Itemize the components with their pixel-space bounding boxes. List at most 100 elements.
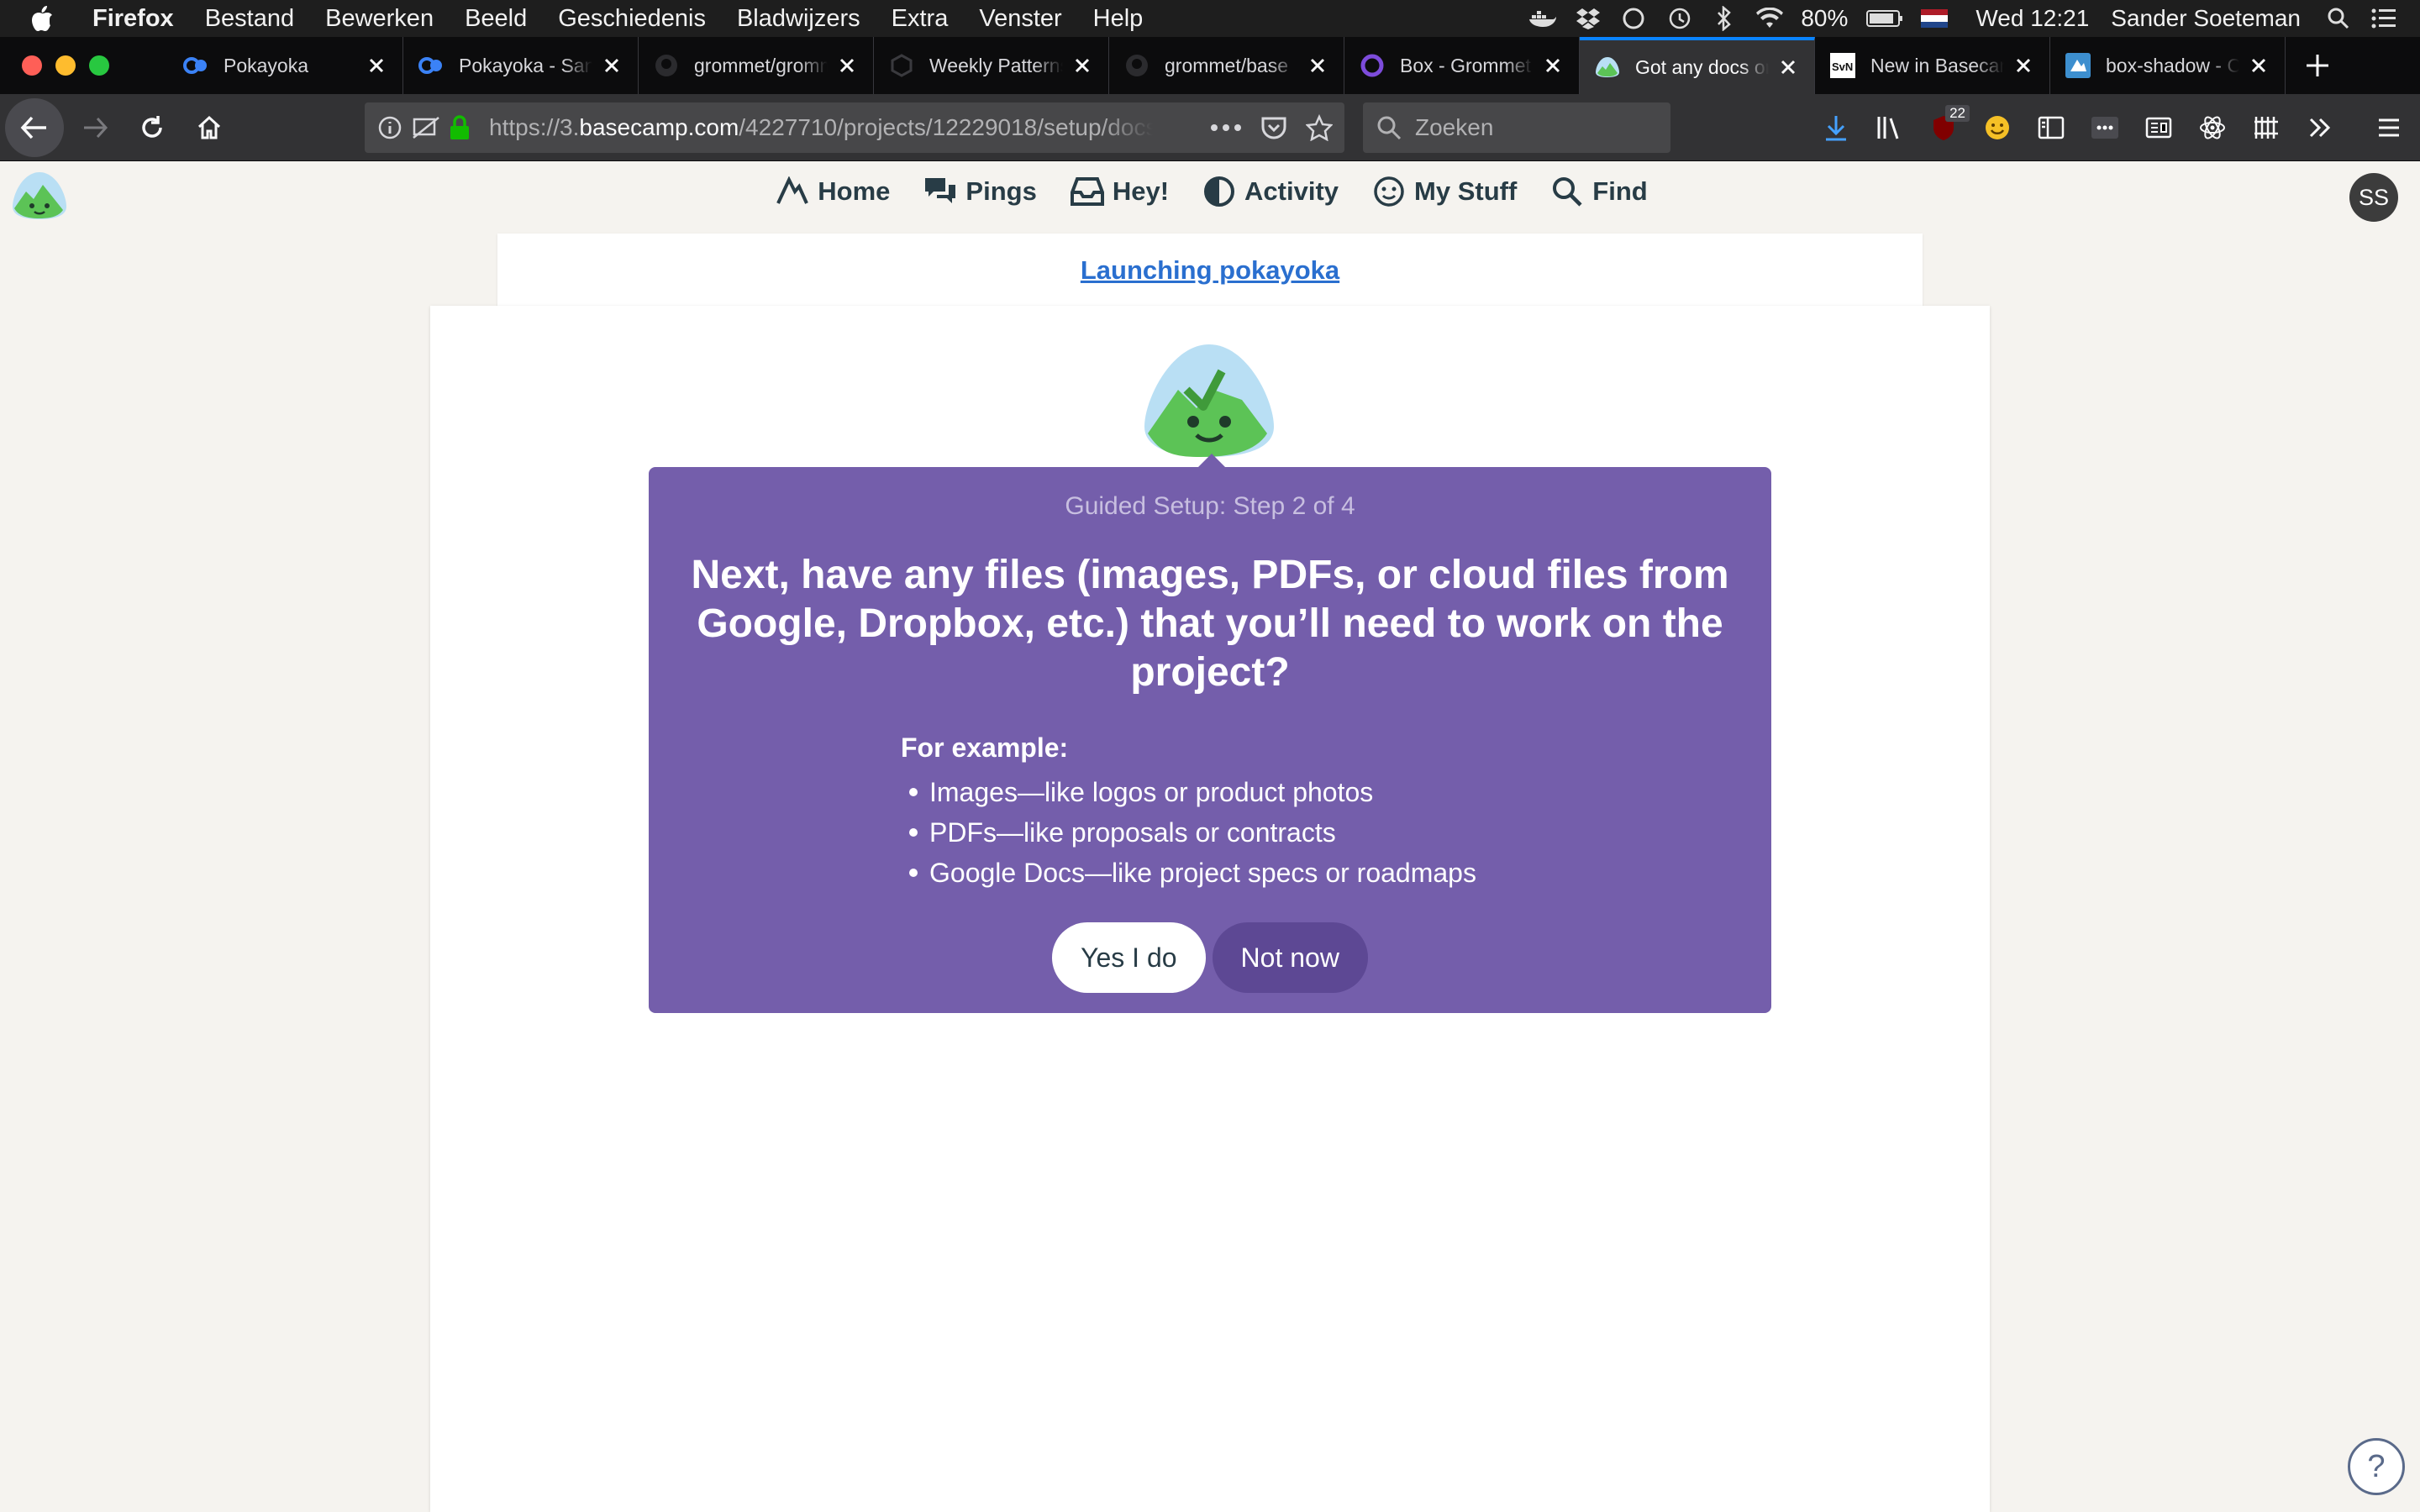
tab-close-icon[interactable] [1307,55,1328,76]
half-circle-icon [1202,175,1236,208]
sidebar-icon [2038,116,2065,139]
battery-icon[interactable] [1866,6,1903,31]
library-button[interactable] [1869,107,1911,149]
guided-setup-panel: Guided Setup: Step 2 of 4 Next, have any… [649,454,1771,1013]
browser-tab-active[interactable]: Got any docs or files [1580,37,1815,94]
sidebar-toggle-button[interactable] [2030,107,2072,149]
url-text[interactable]: https://3.basecamp.com/4227710/projects/… [489,114,1153,141]
more-actions-icon[interactable] [1210,123,1242,133]
sync-circle-icon[interactable] [1619,6,1648,31]
basecamp-nav: Home Pings Hey! Activity My Stuff Find [0,175,2420,208]
browser-tab[interactable]: Weekly Patterns [874,37,1109,94]
step-label: Guided Setup: Step 2 of 4 [1065,492,1355,520]
time-machine-icon[interactable] [1665,6,1693,31]
reader-extension-button[interactable] [2138,107,2180,149]
react-devtools-button[interactable] [2191,107,2233,149]
toolbar-extensions: 22 [1815,94,2420,161]
svn-icon: SvN [1830,53,1855,78]
home-button[interactable] [183,102,235,154]
browser-tab[interactable]: Pokayoka [168,37,403,94]
close-window-button[interactable] [22,55,42,76]
menu-venster[interactable]: Venster [979,5,1061,33]
browser-tab[interactable]: grommet/base [1109,37,1344,94]
emoji-extension-button[interactable] [1976,107,2018,149]
overflow-menu-button[interactable] [2299,107,2341,149]
nav-pings[interactable]: Pings [923,175,1037,208]
nav-find[interactable]: Find [1550,175,1648,208]
chevrons-right-icon [2309,118,2331,138]
new-tab-button[interactable] [2286,37,2349,94]
tracking-protection-icon[interactable] [412,116,440,139]
project-link[interactable]: Launching pokayoka [1081,255,1339,286]
menu-help[interactable]: Help [1093,5,1144,33]
browser-tab[interactable]: Box - Grommet [1344,37,1580,94]
menu-geschiedenis[interactable]: Geschiedenis [558,5,706,33]
basecamp-mascot-icon [1595,55,1620,80]
lastpass-dots-icon [2091,117,2118,139]
search-bar[interactable]: Zoeken [1363,102,1670,153]
browser-tab[interactable]: box-shadow - CSS [2050,37,2286,94]
tab-title: Pokayoka - Sander [459,54,592,76]
reload-button[interactable] [126,102,178,154]
tab-close-icon[interactable] [1542,55,1564,76]
nav-my-stuff[interactable]: My Stuff [1372,175,1517,208]
tab-close-icon[interactable] [1777,56,1799,78]
magnifier-icon [1550,175,1584,208]
menu-bewerken[interactable]: Bewerken [325,5,434,33]
minimize-window-button[interactable] [55,55,76,76]
browser-tab[interactable]: Pokayoka - Sander [403,37,639,94]
zoom-window-button[interactable] [89,55,109,76]
forward-button[interactable] [69,102,121,154]
dropbox-icon[interactable] [1574,6,1602,31]
basecamp-home-icon [776,175,809,208]
url-domain: basecamp.com [579,114,739,140]
menu-beeld[interactable]: Beeld [465,5,527,33]
dutch-flag-icon[interactable] [1920,6,1949,31]
tab-close-icon[interactable] [601,55,623,76]
user-name[interactable]: Sander Soeteman [2111,5,2301,32]
not-now-button[interactable]: Not now [1212,922,1368,993]
browser-tab[interactable]: SvN New in Basecamp [1815,37,2050,94]
address-bar[interactable]: https://3.basecamp.com/4227710/projects/… [365,102,1344,153]
downloads-button[interactable] [1815,107,1857,149]
tab-title: Weekly Patterns [929,54,1063,76]
page-actions [1210,102,1336,153]
list-item: Google Docs—like project specs or roadma… [901,853,1476,893]
back-button[interactable] [5,97,64,157]
browser-tab[interactable]: grommet/grommet [639,37,874,94]
wifi-icon[interactable] [1755,6,1784,31]
menu-bladwijzers[interactable]: Bladwijzers [737,5,860,33]
pocket-icon[interactable] [1260,115,1287,140]
notification-center-icon[interactable] [2370,6,2398,31]
arrow-right-icon [84,117,108,138]
lastpass-button[interactable] [2084,107,2126,149]
nav-home[interactable]: Home [776,175,890,208]
tab-close-icon[interactable] [836,55,858,76]
apple-logo-icon[interactable] [30,5,64,32]
tab-close-icon[interactable] [1071,55,1093,76]
lock-icon[interactable] [449,115,471,140]
avatar[interactable]: SS [2349,173,2398,222]
help-button[interactable]: ? [2348,1438,2405,1495]
basecamp-blue-icon [183,53,208,78]
hamburger-menu-button[interactable] [2368,107,2410,149]
window-controls [0,37,168,94]
grid-extension-button[interactable] [2245,107,2287,149]
clock[interactable]: Wed 12:21 [1975,5,2089,32]
menu-bestand[interactable]: Bestand [205,5,294,33]
tab-title: Pokayoka [224,54,309,76]
tab-close-icon[interactable] [2012,55,2034,76]
menu-extra[interactable]: Extra [892,5,949,33]
nav-activity[interactable]: Activity [1202,175,1339,208]
menu-app-firefox[interactable]: Firefox [92,5,174,33]
nav-hey[interactable]: Hey! [1070,175,1169,208]
ublock-button[interactable]: 22 [1923,105,1970,149]
info-icon[interactable] [378,116,402,139]
yes-i-do-button[interactable]: Yes I do [1052,922,1206,993]
tab-close-icon[interactable] [366,55,387,76]
bookmark-star-icon[interactable] [1306,114,1333,141]
tab-close-icon[interactable] [2248,55,2270,76]
bluetooth-icon[interactable] [1710,6,1739,31]
docker-icon[interactable] [1528,6,1557,31]
spotlight-search-icon[interactable] [2324,6,2353,31]
